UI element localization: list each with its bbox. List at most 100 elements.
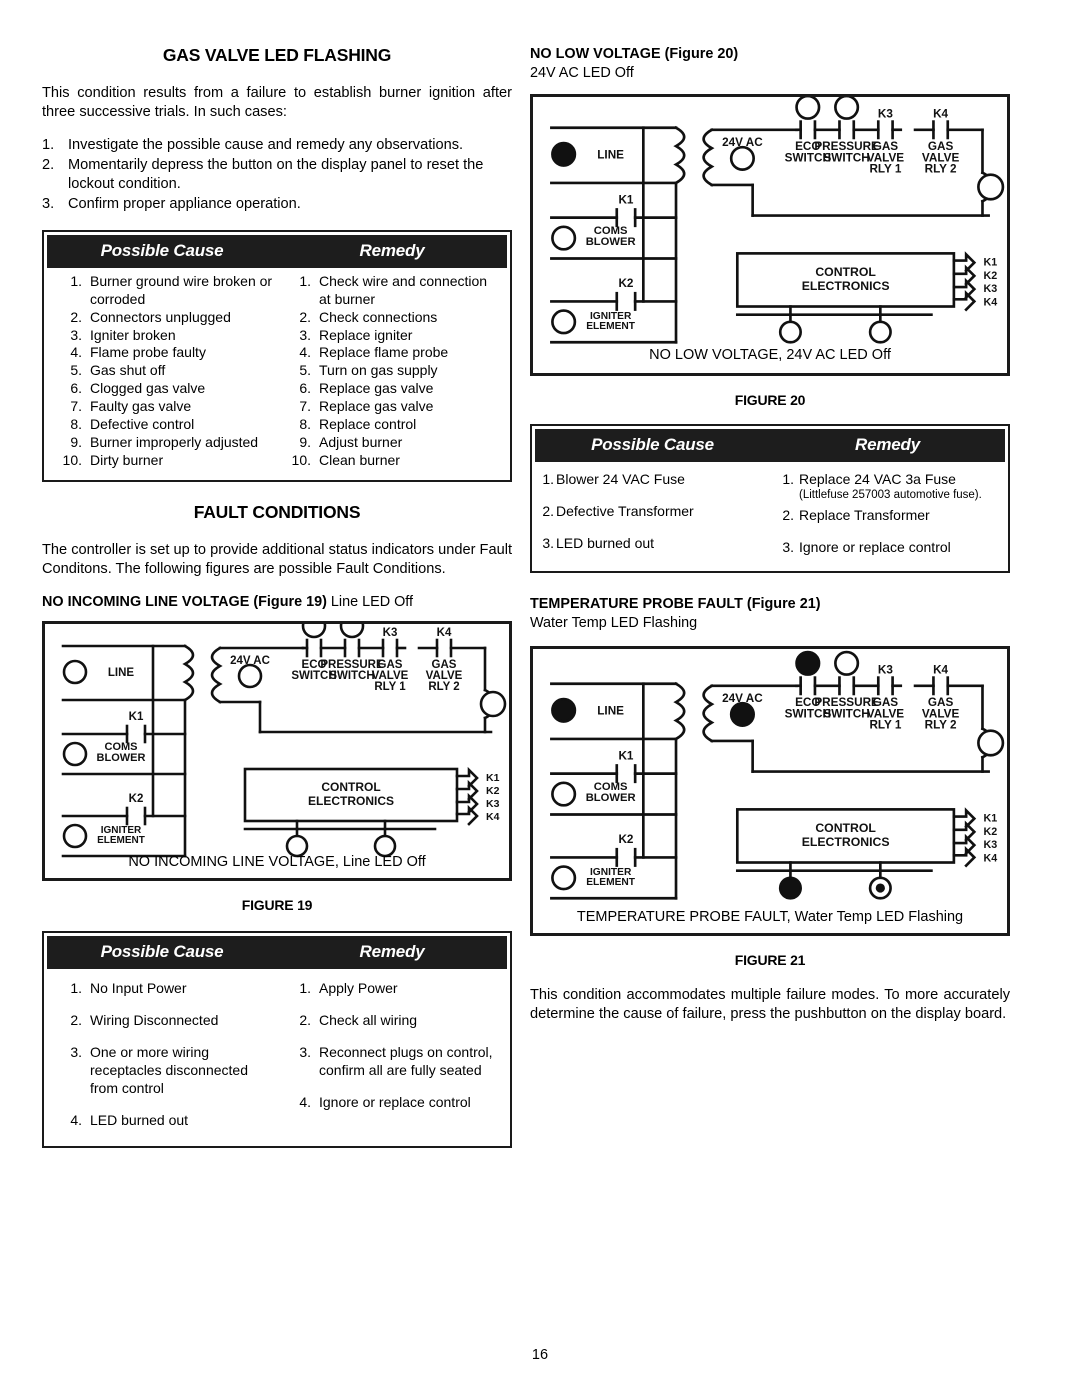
led-eco-switch-icon — [795, 97, 821, 121]
led-24vac-icon — [237, 664, 263, 689]
step-text: Momentarily depress the button on the di… — [68, 156, 484, 192]
fault-intro-paragraph: The controller is set up to provide addi… — [42, 541, 512, 577]
row-text: Check all wiring — [319, 1012, 418, 1029]
remedy-column: 1. Replace 24 VAC 3a Fuse (Littlefuse 2570… — [770, 471, 1004, 559]
label-relay-k2: K2 — [486, 785, 500, 797]
row-text: Turn on gas supply — [319, 362, 438, 379]
led-pressure-switch-icon — [834, 651, 860, 677]
figure19-heading: NO INCOMING LINE VOLTAGE (Figure 19) Lin… — [42, 593, 512, 612]
intro-paragraph: This condition results from a failure to… — [42, 85, 512, 120]
row-text: Check wire and connection at burner — [319, 272, 488, 307]
label-gv1-c: RLY 1 — [869, 719, 901, 732]
led-line-icon — [62, 660, 88, 685]
figure21-label: FIGURE 21 — [734, 952, 806, 969]
row-number: 1. — [299, 272, 311, 289]
row-text: Replace control — [319, 416, 417, 433]
table-row: 1. No Input Power — [52, 980, 273, 998]
table-row: 7. Faulty gas valve — [52, 398, 273, 416]
figure19-caption: NO INCOMING LINE VOLTAGE, Line LED Off — [128, 854, 426, 871]
figure19-box: LINE K1 K2 COMS BLOWER IGNITER ELEMENT 2… — [42, 621, 512, 882]
led-bottom-left-icon — [778, 876, 802, 900]
row-text: Ignore or replace control — [799, 539, 951, 556]
label-gv1-c: RLY 1 — [374, 681, 406, 693]
row-number: 3. — [542, 535, 554, 552]
label-k1: K1 — [618, 194, 633, 207]
led-coms-blower-icon — [551, 781, 577, 808]
led-coms-blower-icon — [551, 225, 577, 252]
row-number: 9. — [299, 433, 311, 450]
row-text: Reconnect plugs on control, confirm all … — [319, 1044, 493, 1079]
row-text: Flame probe faulty — [90, 344, 206, 361]
label-coms: COMS — [594, 781, 628, 793]
row-number: 4. — [70, 1111, 82, 1128]
row-number: 7. — [70, 398, 82, 415]
table-row: 1. Blower 24 VAC Fuse — [540, 471, 766, 489]
table-row: 1. Burner ground wire broken or corroded — [52, 273, 273, 309]
figure21-heading-light: Water Temp LED Flashing — [530, 614, 698, 631]
table-row: 3. One or more wiring receptacles disconn… — [52, 1044, 273, 1098]
table-row: 1. Replace 24 VAC 3a Fuse (Littlefuse 2570… — [774, 471, 1000, 503]
label-relay-k4: K4 — [984, 853, 998, 865]
step-text: Confirm proper appliance operation. — [68, 195, 301, 212]
table-row: 4. LED burned out — [52, 1112, 273, 1130]
document-page: GAS VALVE LED FLASHING This condition re… — [0, 0, 1080, 1397]
row-number: 5. — [70, 362, 82, 379]
table-row: 2. Connectors unplugged — [52, 309, 273, 327]
table-row: 3. Ignore or replace control — [774, 539, 1000, 557]
row-number: 2. — [542, 503, 554, 520]
label-control-1: CONTROL — [321, 780, 380, 794]
figure20-heading-bold: NO LOW VOLTAGE (Figure 20) — [530, 46, 739, 62]
row-number: 9. — [70, 433, 82, 450]
table-row: 7. Replace gas valve — [281, 398, 502, 416]
label-relay-k4: K4 — [486, 811, 500, 823]
row-text: Wiring Disconnected — [90, 1012, 219, 1029]
led-24vac-icon — [729, 702, 755, 728]
led-24vac-icon — [729, 146, 755, 172]
label-line: LINE — [597, 705, 624, 718]
row-text: One or more wiring receptacles disconnec… — [90, 1044, 248, 1097]
label-blower: BLOWER — [586, 237, 636, 249]
row-text: Ignore or replace control — [319, 1094, 471, 1111]
column-header-remedy: Remedy — [359, 240, 425, 260]
figure21-heading: TEMPERATURE PROBE FAULT (Figure 21) Wate… — [530, 595, 1010, 632]
led-bottom-right-icon — [373, 835, 397, 858]
table-body: 1. No Input Power 2. Wiring Disconnected 3… — [47, 969, 507, 1143]
row-number: 3. — [299, 1044, 311, 1061]
led-line-icon — [551, 698, 577, 724]
label-pressure-2: SWITCH — [823, 152, 869, 165]
label-pressure-2: SWITCH — [329, 670, 374, 682]
table-body: 1. Blower 24 VAC Fuse 2. Defective Transfo… — [535, 462, 1005, 568]
figure21-caption: TEMPERATURE PROBE FAULT, Water Temp LED … — [576, 909, 964, 926]
table-row: 5. Gas shut off — [52, 362, 273, 380]
closing-paragraph: This condition accommodates multiple fai… — [530, 987, 1010, 1023]
row-text: Gas shut off — [90, 362, 166, 379]
table-row: 1. Check wire and connection at burner — [281, 273, 502, 309]
fault-conditions-heading: FAULT CONDITIONS — [193, 501, 361, 522]
label-element: ELEMENT — [586, 321, 636, 332]
label-relay-k4: K4 — [984, 297, 998, 309]
label-element: ELEMENT — [586, 877, 636, 888]
table-header-row: Possible Cause Remedy — [47, 936, 507, 970]
table-row: 4. Ignore or replace control — [281, 1094, 502, 1112]
row-text: Clogged gas valve — [90, 380, 206, 397]
table-row: 3. Replace igniter — [281, 327, 502, 345]
row-number: 7. — [299, 398, 311, 415]
row-number: 3. — [782, 539, 794, 556]
led-bottom-right-icon — [868, 320, 892, 345]
table-header-row: Possible Cause Remedy — [47, 234, 507, 268]
table-row: 2. Check connections — [281, 309, 502, 327]
label-k2: K2 — [618, 278, 633, 291]
figure20-heading: NO LOW VOLTAGE (Figure 20) 24V AC LED Of… — [530, 45, 1010, 82]
label-relay-k3: K3 — [486, 798, 500, 810]
table-row: 2. Wiring Disconnected — [52, 1012, 273, 1030]
label-line: LINE — [108, 667, 135, 679]
figure20-label: FIGURE 20 — [734, 392, 806, 409]
row-number: 10. — [291, 451, 311, 468]
step-number: 2. — [42, 156, 55, 173]
column-header-cause: Possible Cause — [100, 942, 224, 962]
label-coms: COMS — [594, 225, 628, 237]
table-row: 8. Defective control — [52, 416, 273, 434]
table-header-row: Possible Cause Remedy — [535, 429, 1005, 463]
row-number: 3. — [70, 1044, 82, 1061]
figure20-box: LINE K1 K2 COMS BLOWER IGNITER ELEMENT 2… — [530, 94, 1010, 377]
